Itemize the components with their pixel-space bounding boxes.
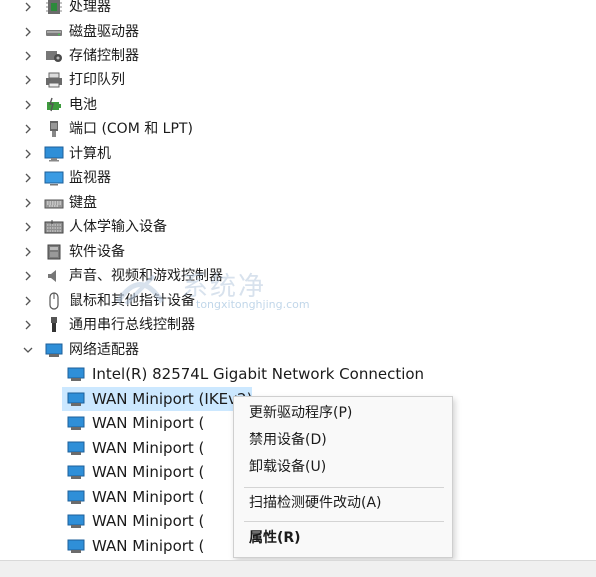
cpu-icon [44, 0, 64, 16]
tree-item-network-wan-ikev2[interactable]: WAN Miniport (IKEv2) [62, 387, 252, 411]
chevron-right-icon[interactable] [22, 93, 34, 117]
tree-item-label: WAN Miniport ( [92, 488, 205, 506]
tree-item-label: 电池 [69, 97, 97, 113]
tree-item-label: 监视器 [69, 170, 111, 186]
tree-item-label: Intel(R) 82574L Gigabit Network Connecti… [92, 365, 425, 383]
chevron-right-icon[interactable] [22, 20, 34, 44]
tree-item-label: 软件设备 [69, 244, 125, 260]
network-adapter-icon [66, 512, 86, 530]
tree-item-hid[interactable]: 人体学输入设备 [0, 215, 596, 239]
tree-item-label: 磁盘驱动器 [69, 24, 139, 40]
menu-item-properties[interactable]: 属性(R) [234, 526, 452, 550]
network-adapter-icon [66, 537, 86, 555]
chevron-right-icon[interactable] [22, 44, 34, 68]
tree-item-label: 声音、视频和游戏控制器 [69, 268, 223, 284]
tree-item-monitors[interactable]: 监视器 [0, 166, 596, 190]
tree-item-keyboards[interactable]: 键盘 [0, 191, 596, 215]
tree-item-label: 端口 (COM 和 LPT) [69, 121, 193, 137]
tree-item-label: 通用串行总线控制器 [69, 317, 195, 333]
battery-icon [44, 96, 64, 114]
tree-item-label: 人体学输入设备 [69, 219, 167, 235]
chevron-right-icon[interactable] [22, 289, 34, 313]
tree-item-label: 计算机 [69, 146, 111, 162]
computer-icon [44, 145, 64, 163]
tree-item-processor[interactable]: 处理器 [0, 0, 596, 19]
tree-item-ports[interactable]: 端口 (COM 和 LPT) [0, 117, 596, 141]
chevron-right-icon[interactable] [22, 264, 34, 288]
usb-icon [44, 316, 64, 334]
tree-item-label: WAN Miniport ( [92, 463, 205, 481]
tree-item-storage-controllers[interactable]: 存储控制器 [0, 44, 596, 68]
network-adapter-icon [66, 365, 86, 383]
tree-item-computer[interactable]: 计算机 [0, 142, 596, 166]
chevron-right-icon[interactable] [22, 117, 34, 141]
tree-item-disk-drives[interactable]: 磁盘驱动器 [0, 20, 596, 44]
monitor-icon [44, 169, 64, 187]
menu-item-disable-device[interactable]: 禁用设备(D) [234, 428, 452, 452]
menu-separator [244, 521, 444, 522]
tree-item-batteries[interactable]: 电池 [0, 93, 596, 117]
tree-item-label: WAN Miniport (IKEv2) [92, 390, 253, 408]
tree-item-software-devices[interactable]: 软件设备 [0, 240, 596, 264]
tree-item-print-queues[interactable]: 打印队列 [0, 68, 596, 92]
tree-item-network-adapters[interactable]: 网络适配器 [0, 338, 596, 362]
tree-item-label: 存储控制器 [69, 48, 139, 64]
network-adapter-icon [44, 341, 64, 359]
network-adapter-icon [66, 414, 86, 432]
keyboard-icon [44, 194, 64, 212]
context-menu: 更新驱动程序(P) 禁用设备(D) 卸载设备(U) 扫描检测硬件改动(A) 属性… [233, 396, 453, 558]
port-icon [44, 120, 64, 138]
tree-item-label: 网络适配器 [69, 342, 139, 358]
tree-item-usb-controllers[interactable]: 通用串行总线控制器 [0, 313, 596, 337]
chevron-right-icon[interactable] [22, 191, 34, 215]
chevron-right-icon[interactable] [22, 142, 34, 166]
chevron-down-icon[interactable] [22, 338, 34, 362]
tree-item-label: WAN Miniport ( [92, 512, 205, 530]
tree-item-network-intel[interactable]: Intel(R) 82574L Gigabit Network Connecti… [0, 362, 596, 386]
chevron-right-icon[interactable] [22, 313, 34, 337]
network-adapter-icon [66, 439, 86, 457]
chevron-right-icon[interactable] [22, 215, 34, 239]
software-device-icon [44, 243, 64, 261]
tree-item-sound-video-game[interactable]: 声音、视频和游戏控制器 [0, 264, 596, 288]
network-adapter-icon [66, 390, 86, 408]
tree-item-label: WAN Miniport ( [92, 414, 205, 432]
tree-item-label: 打印队列 [69, 72, 125, 88]
chevron-right-icon[interactable] [22, 0, 34, 19]
tree-item-label: 处理器 [69, 0, 111, 15]
storage-controller-icon [44, 47, 64, 65]
tree-item-label: WAN Miniport ( [92, 439, 205, 457]
hid-icon [44, 218, 64, 236]
menu-separator [244, 487, 444, 488]
menu-item-update-driver[interactable]: 更新驱动程序(P) [234, 401, 452, 425]
speaker-icon [44, 267, 64, 285]
network-adapter-icon [66, 463, 86, 481]
tree-item-label: 键盘 [69, 195, 97, 211]
mouse-icon [44, 292, 64, 310]
tree-item-label: 鼠标和其他指针设备 [69, 293, 195, 309]
menu-item-scan-hardware-changes[interactable]: 扫描检测硬件改动(A) [234, 491, 452, 515]
tree-item-mice[interactable]: 鼠标和其他指针设备 [0, 289, 596, 313]
printer-icon [44, 71, 64, 89]
network-adapter-icon [66, 488, 86, 506]
tree-item-label: WAN Miniport ( [92, 537, 205, 555]
chevron-right-icon[interactable] [22, 240, 34, 264]
status-bar [0, 560, 596, 577]
menu-item-uninstall-device[interactable]: 卸载设备(U) [234, 455, 452, 479]
disk-drive-icon [44, 23, 64, 41]
chevron-right-icon[interactable] [22, 166, 34, 190]
chevron-right-icon[interactable] [22, 68, 34, 92]
